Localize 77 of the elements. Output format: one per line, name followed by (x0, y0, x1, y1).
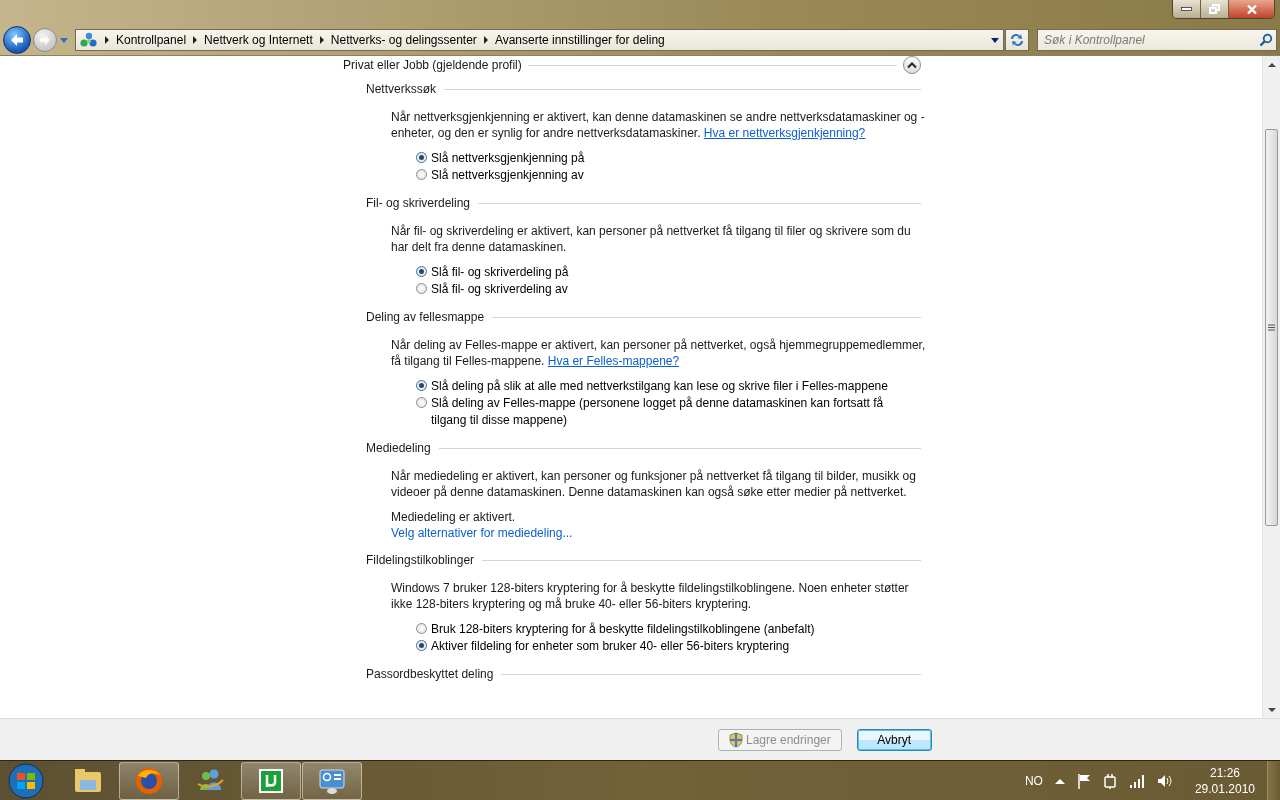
restore-icon (1209, 4, 1220, 14)
radio-label[interactable]: Bruk 128-biters kryptering for å beskytte fildelingstilkoblingene (anbefalt) (431, 621, 815, 638)
address-bar[interactable]: Kontrollpanel Nettverk og Internett Nettverks- og delingssenter Avanserte innstillinger for deling (75, 29, 1004, 51)
radio-button[interactable] (416, 283, 427, 294)
taskbar-button[interactable] (241, 761, 301, 800)
grip-icon (1268, 324, 1275, 331)
windows-logo-icon (7, 761, 45, 800)
breadcrumb[interactable]: Avanserte innstillinger for deling (494, 33, 665, 47)
radio-button[interactable] (416, 266, 427, 277)
scroll-down-icon[interactable] (1267, 707, 1276, 713)
help-link[interactable]: Hva er Felles-mappene? (547, 354, 680, 368)
search-icon[interactable] (1259, 33, 1273, 47)
radio-button[interactable] (416, 169, 427, 180)
minimize-icon (1181, 7, 1192, 11)
section-heading: Deling av fellesmappe (366, 310, 485, 324)
radio-label[interactable]: Slå fil- og skriverdeling på (431, 264, 569, 281)
power-plug-icon[interactable] (1102, 772, 1117, 789)
help-link[interactable]: Hva er nettverksgjenkjenning? (703, 126, 866, 140)
radio-label[interactable]: Slå nettverksgjenkjenning av (431, 167, 584, 184)
status-text: Mediedeling er aktivert. (391, 509, 517, 525)
section-heading: Passordbeskyttet deling (366, 667, 494, 681)
breadcrumb-arrow-icon[interactable] (192, 36, 199, 44)
back-button[interactable] (3, 26, 31, 54)
chevron-up-icon (907, 61, 917, 69)
close-icon (1246, 4, 1257, 14)
up-arrow-icon[interactable] (1054, 777, 1065, 784)
refresh-icon (1009, 33, 1025, 47)
radio-button[interactable] (416, 397, 427, 408)
right-arrow-icon (38, 34, 52, 46)
section-heading: Fildelingstilkoblinger (366, 553, 475, 567)
cancel-button[interactable]: Avbryt (856, 728, 932, 751)
radio-label[interactable]: Slå deling av Felles-mappe (personene logget på denne datamaskinen kan fortsatt få tilgang til disse mappene) (431, 395, 921, 429)
section-description: Når nettverksgjenkjenning er aktivert, kan denne datamaskinen se andre nettverksdatamaskiner og -enheter, og den er synlig for andre nettverksdatamaskiner. Hva er nettverksgjenkjenning? (391, 109, 926, 141)
radio-label[interactable]: Aktiver fildeling for enheter som bruker 40- eller 56-biters kryptering (431, 638, 790, 655)
left-arrow-icon (9, 33, 25, 47)
show-desktop-button[interactable] (1267, 760, 1280, 800)
breadcrumb-arrow-icon[interactable] (104, 36, 110, 44)
section-description: Når fil- og skriverdeling er aktivert, kan personer på nettverket få tilgang til filer og skrivere som du har delt fra denne datamaskinen. (391, 223, 912, 255)
signal-icon[interactable] (1128, 773, 1145, 788)
minimize-button[interactable] (1173, 0, 1201, 18)
breadcrumb[interactable]: Nettverks- og delingssenter (330, 33, 477, 47)
radio-button[interactable] (416, 623, 427, 634)
breadcrumb[interactable]: Nettverk og Internett (204, 33, 313, 47)
section-heading: Fil- og skriverdeling (366, 196, 471, 210)
radio-button[interactable] (416, 380, 427, 391)
search-field[interactable]: Søk i Kontrollpanel (1037, 29, 1277, 51)
taskbar-button[interactable] (302, 761, 362, 800)
clock-time[interactable]: 21:26 (1209, 764, 1240, 781)
radio-button[interactable] (416, 640, 427, 651)
radio-button[interactable] (416, 152, 427, 163)
collapse-button[interactable] (903, 56, 921, 74)
flag-icon[interactable] (1076, 772, 1091, 789)
section-description: Når deling av Felles-mappe er aktivert, kan personer på nettverket, også hjemmegruppemedlemmer, få tilgang til Felles-mappene. Hva er Felles-mappene? (391, 337, 926, 369)
start-button[interactable] (6, 760, 46, 800)
language-indicator[interactable]: NO (1024, 773, 1043, 788)
speaker-icon[interactable] (1156, 773, 1173, 788)
radio-label[interactable]: Slå deling på slik at alle med nettverkstilgang kan lese og skrive filer i Felles-mappene (431, 378, 888, 395)
section-heading: Mediedeling (366, 441, 431, 455)
section-description: Windows 7 bruker 128-biters kryptering for å beskytte fildelingstilkoblingene. Noen enheter støtter ikke 128-biters kryptering og må bruke 40- eller 56-biters kryptering. (391, 580, 910, 612)
section-description: Når mediedeling er aktivert, kan personer og funksjoner på nettverket få tilgang til bilder, musikk og videoer på denne datamaskinen. Denne datamaskinen kan også søke etter medier på nettverket. (391, 468, 917, 500)
options-link[interactable]: Velg alternativer for mediedeling... (391, 526, 573, 540)
restore-button[interactable] (1201, 0, 1229, 18)
close-button[interactable] (1229, 0, 1274, 18)
breadcrumb[interactable]: Kontrollpanel (116, 33, 187, 47)
profile-heading: Privat eller Jobb (gjeldende profil) (343, 58, 522, 72)
scroll-up-icon[interactable] (1267, 61, 1276, 67)
breadcrumb-arrow-icon[interactable] (482, 36, 489, 44)
radio-label[interactable]: Slå nettverksgjenkjenning på (431, 150, 585, 167)
scrollbar[interactable] (1262, 56, 1280, 718)
taskbar-button[interactable] (119, 761, 179, 800)
section-heading: Nettverkssøk (366, 82, 436, 96)
firefox-icon (134, 765, 164, 796)
network-icon (80, 32, 98, 48)
refresh-button[interactable] (1005, 29, 1029, 51)
breadcrumb-arrow-icon[interactable] (318, 36, 325, 44)
radio-label[interactable]: Slå fil- og skriverdeling av (431, 281, 568, 298)
clock-date[interactable]: 29.01.2010 (1194, 780, 1255, 797)
